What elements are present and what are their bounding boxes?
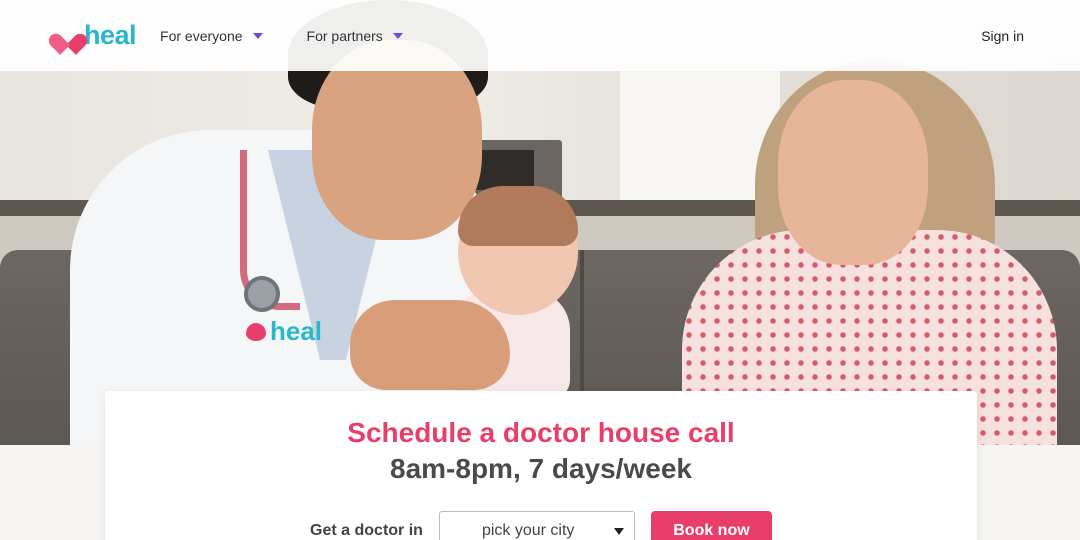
chevron-down-icon: [392, 32, 403, 39]
book-now-button[interactable]: Book now: [650, 511, 772, 540]
heart-icon: [246, 322, 266, 341]
nav-item-for-partners[interactable]: For partners: [307, 28, 403, 44]
baby-hair: [458, 186, 578, 246]
main-nav: For everyone For partners: [160, 28, 403, 44]
nav-item-label: For partners: [306, 27, 383, 44]
hours-subtitle: 8am-8pm, 7 days/week: [390, 453, 692, 484]
doctor-hand: [350, 300, 510, 390]
nav-item-label: For everyone: [160, 27, 243, 44]
page-title: Schedule a doctor house call: [347, 417, 735, 448]
booking-form: Get a doctor in pick your city Book now: [105, 511, 977, 540]
logo-link[interactable]: heal: [56, 20, 137, 51]
booking-card: Schedule a doctor house call 8am-8pm, 7 …: [105, 391, 977, 540]
stethoscope-icon: [244, 276, 280, 312]
chevron-down-icon: [613, 527, 624, 535]
heart-logo-icon: [56, 25, 80, 47]
city-select-value: pick your city: [481, 522, 575, 539]
nav-item-for-everyone[interactable]: For everyone: [160, 27, 263, 44]
logo-text: heal: [84, 20, 137, 50]
chevron-down-icon: [252, 32, 263, 39]
city-label: Get a doctor in: [310, 522, 423, 539]
coat-logo-text: heal: [270, 316, 323, 346]
site-header: heal For everyone For partners Sign in: [0, 0, 1080, 71]
sign-in-link[interactable]: Sign in: [981, 28, 1024, 44]
coat-logo: heal: [246, 316, 322, 347]
city-select[interactable]: pick your city: [438, 511, 635, 540]
woman-face: [778, 80, 928, 265]
